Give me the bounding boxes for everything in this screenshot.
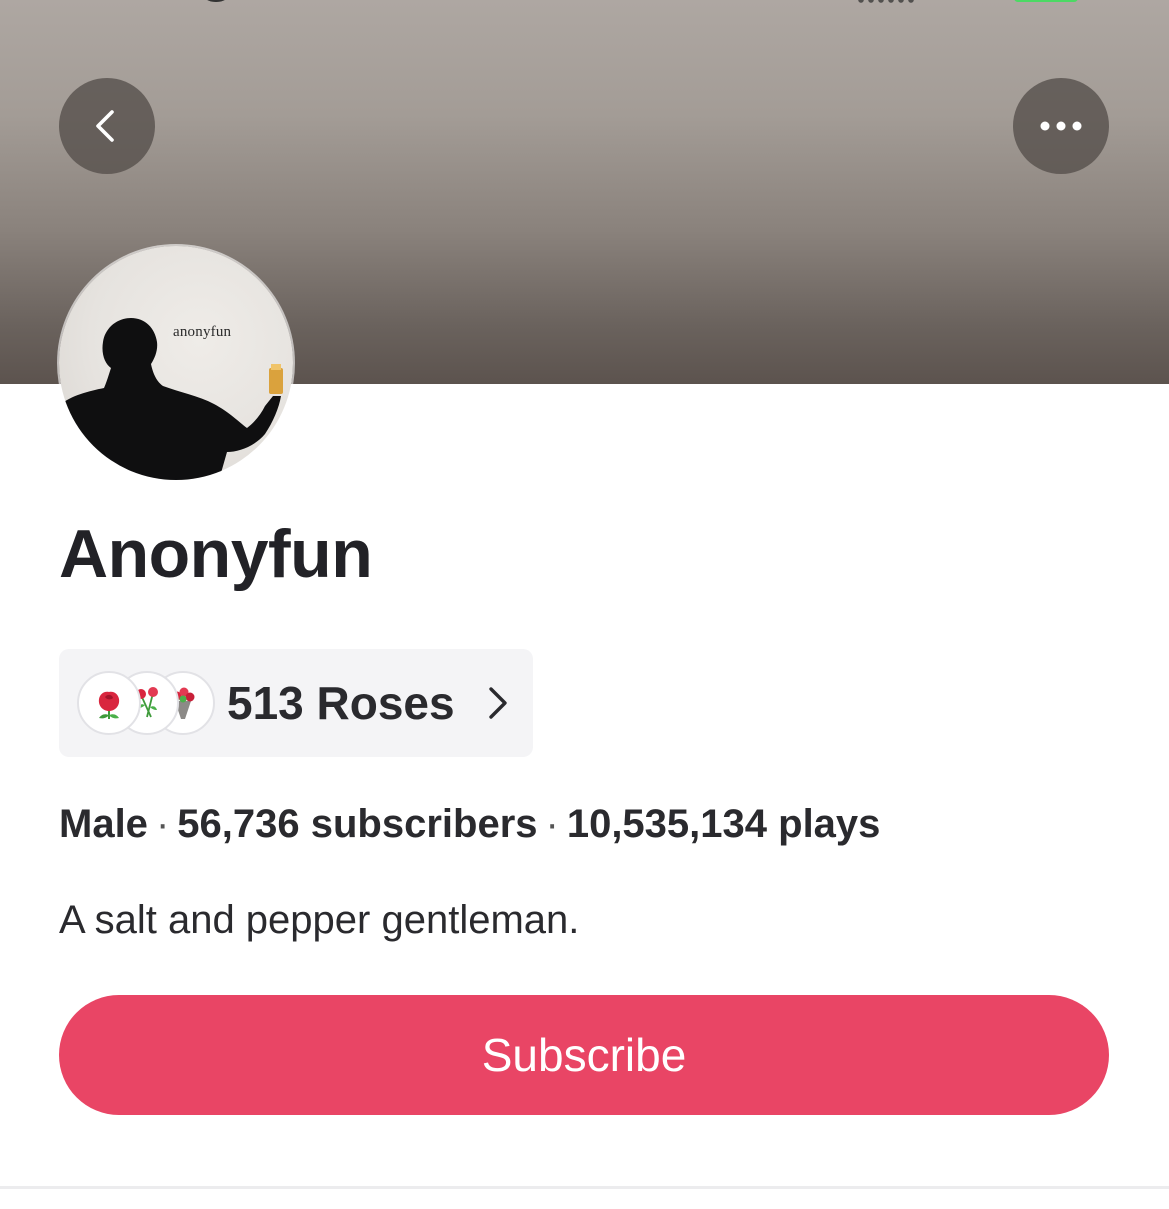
separator: ·: [155, 802, 170, 846]
avatar-watermark-text: anonyfun: [173, 324, 232, 340]
wifi-icon: [205, 0, 227, 2]
chevron-left-icon: [96, 110, 114, 142]
separator: ·: [545, 802, 559, 846]
chevron-right-icon: [483, 683, 511, 723]
roses-badge[interactable]: 513 Roses: [59, 649, 533, 757]
ellipsis-icon: [1040, 121, 1082, 131]
more-options-button[interactable]: [1013, 78, 1109, 174]
profile-bio: A salt and pepper gentleman.: [59, 898, 580, 942]
rose-icon: [77, 671, 141, 735]
avatar[interactable]: anonyfun: [59, 246, 293, 480]
profile-page: anonyfun Anonyfun 513 Roses Male · 56,73…: [0, 0, 1169, 1209]
gender-text: Male: [59, 802, 148, 846]
battery-icon: [1014, 0, 1078, 2]
subscribers-count: 56,736 subscribers: [177, 802, 538, 846]
signal-icon: [856, 0, 916, 4]
subscribe-button[interactable]: Subscribe: [59, 995, 1109, 1115]
profile-stats: Male · 56,736 subscribers · 10,535,134 plays: [59, 797, 880, 851]
profile-name: Anonyfun: [59, 516, 373, 592]
rose-icons-group: [59, 649, 215, 757]
back-button[interactable]: [59, 78, 155, 174]
roses-count: 513 Roses: [227, 677, 455, 729]
avatar-silhouette-image: [59, 318, 283, 480]
plays-count: 10,535,134 plays: [566, 802, 881, 846]
divider: [0, 1186, 1169, 1189]
